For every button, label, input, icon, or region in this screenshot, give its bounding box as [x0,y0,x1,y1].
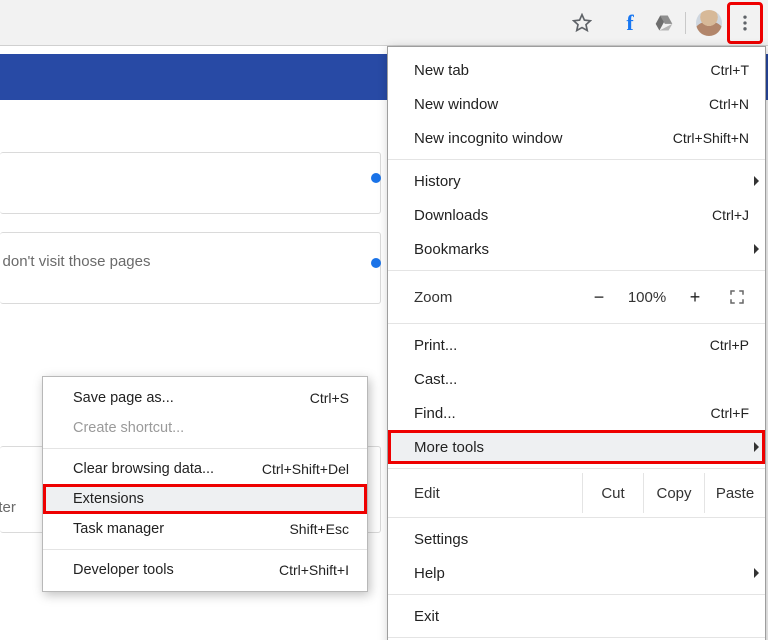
menu-downloads[interactable]: Downloads Ctrl+J [388,198,765,232]
menu-new-incognito[interactable]: New incognito window Ctrl+Shift+N [388,121,765,155]
menu-separator [388,323,765,324]
submenu-clear-browsing-data[interactable]: Clear browsing data... Ctrl+Shift+Del [43,454,367,484]
menu-item-label: More tools [414,439,749,456]
menu-item-label: Settings [414,531,749,548]
zoom-value: 100% [619,289,675,306]
menu-item-label: Print... [414,337,710,354]
chevron-right-icon [754,176,759,186]
page-text-line: u don't visit those pages [0,253,150,270]
menu-history[interactable]: History [388,164,765,198]
menu-separator [388,468,765,469]
menu-item-shortcut: Ctrl+Shift+N [673,130,749,146]
submenu-item-label: Create shortcut... [73,420,349,436]
chevron-right-icon [754,244,759,254]
page-text-enter: nter [0,499,16,516]
submenu-item-label: Developer tools [73,562,279,578]
zoom-out-button[interactable]: − [579,283,619,312]
profile-avatar[interactable] [696,10,722,36]
separator [685,12,686,34]
menu-item-label: New tab [414,62,711,79]
submenu-task-manager[interactable]: Task manager Shift+Esc [43,514,367,544]
fullscreen-button[interactable] [721,285,753,309]
menu-exit[interactable]: Exit [388,599,765,633]
google-drive-icon[interactable] [652,11,676,35]
more-tools-submenu: Save page as... Ctrl+S Create shortcut..… [42,376,368,592]
zoom-label: Zoom [414,289,579,306]
menu-bookmarks[interactable]: Bookmarks [388,232,765,266]
page-indicator-dot [371,258,381,268]
submenu-developer-tools[interactable]: Developer tools Ctrl+Shift+I [43,555,367,585]
menu-item-shortcut: Ctrl+F [711,405,750,421]
menu-item-label: Find... [414,405,711,422]
edit-label: Edit [414,485,582,502]
menu-separator [43,549,367,550]
page-card-1: d [0,152,381,214]
submenu-item-shortcut: Shift+Esc [289,521,349,537]
bookmark-star-icon[interactable] [570,11,594,35]
menu-separator [388,517,765,518]
menu-find[interactable]: Find... Ctrl+F [388,396,765,430]
chevron-right-icon [754,568,759,578]
submenu-item-label: Clear browsing data... [73,461,262,477]
menu-item-label: Help [414,565,749,582]
menu-item-shortcut: Ctrl+P [710,337,749,353]
menu-item-label: Cast... [414,371,749,388]
edit-cut-button[interactable]: Cut [582,473,643,513]
menu-print[interactable]: Print... Ctrl+P [388,328,765,362]
menu-separator [388,637,765,638]
chevron-right-icon [754,442,759,452]
menu-item-label: Downloads [414,207,712,224]
menu-new-tab[interactable]: New tab Ctrl+T [388,53,765,87]
chrome-main-menu: New tab Ctrl+T New window Ctrl+N New inc… [387,46,766,640]
menu-item-label: Bookmarks [414,241,749,258]
submenu-item-shortcut: Ctrl+S [310,390,349,406]
submenu-item-shortcut: Ctrl+Shift+I [279,562,349,578]
menu-item-shortcut: Ctrl+N [709,96,749,112]
menu-item-label: Exit [414,608,749,625]
menu-new-window[interactable]: New window Ctrl+N [388,87,765,121]
menu-separator [388,594,765,595]
submenu-save-page[interactable]: Save page as... Ctrl+S [43,383,367,413]
menu-edit-row: Edit Cut Copy Paste [388,473,765,513]
browser-toolbar: f [0,0,768,46]
menu-item-shortcut: Ctrl+J [712,207,749,223]
edit-copy-button[interactable]: Copy [643,473,704,513]
submenu-create-shortcut: Create shortcut... [43,413,367,443]
edit-paste-button[interactable]: Paste [704,473,765,513]
menu-cast[interactable]: Cast... [388,362,765,396]
menu-separator [388,159,765,160]
menu-item-shortcut: Ctrl+T [711,62,750,78]
menu-item-label: History [414,173,749,190]
submenu-item-shortcut: Ctrl+Shift+Del [262,461,349,477]
menu-item-label: New window [414,96,709,113]
menu-separator [43,448,367,449]
chrome-menu-button[interactable] [728,3,762,43]
submenu-item-label: Task manager [73,521,289,537]
menu-zoom-row: Zoom − 100% + [388,275,765,319]
menu-separator [388,270,765,271]
submenu-item-label: Extensions [73,491,349,507]
menu-item-label: New incognito window [414,130,673,147]
page-indicator-dot [371,173,381,183]
facebook-icon[interactable]: f [618,11,642,35]
zoom-in-button[interactable]: + [675,283,715,312]
page-card-2: u don't visit those pages [0,232,381,304]
menu-help[interactable]: Help [388,556,765,590]
submenu-item-label: Save page as... [73,390,310,406]
submenu-extensions[interactable]: Extensions [43,484,367,514]
menu-more-tools[interactable]: More tools [388,430,765,464]
menu-settings[interactable]: Settings [388,522,765,556]
